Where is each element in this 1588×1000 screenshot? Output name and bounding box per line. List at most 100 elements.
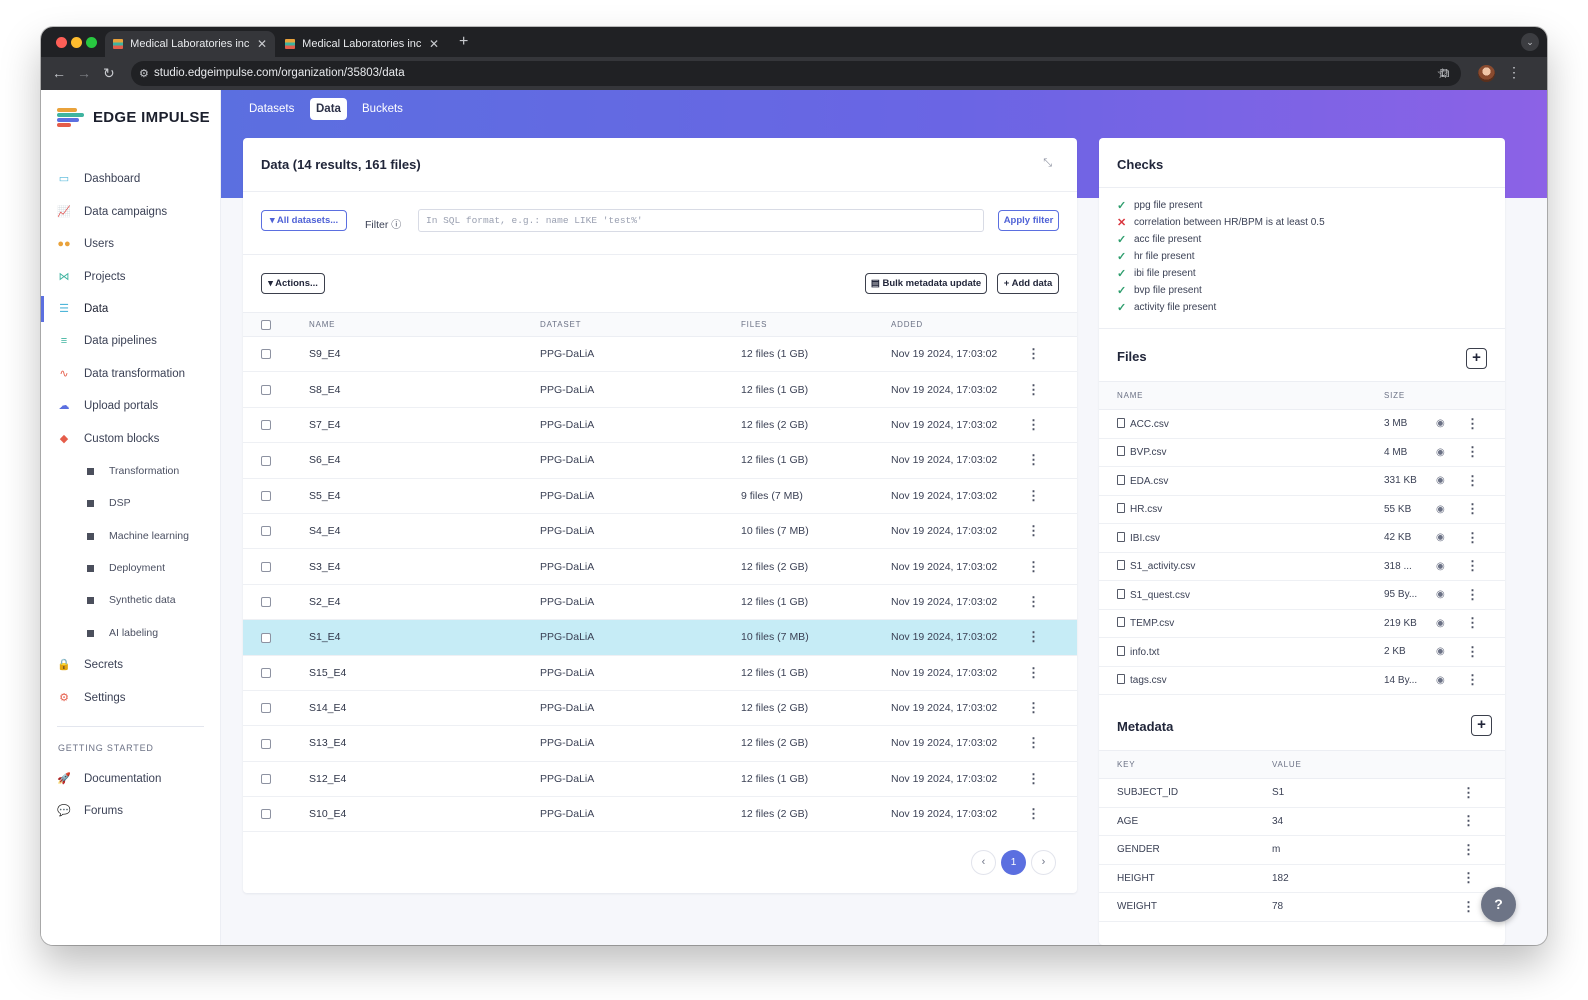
kebab-menu-icon[interactable]: ⋮: [1466, 672, 1479, 687]
kebab-menu-icon[interactable]: ⋮: [1462, 870, 1475, 885]
file-name-cell[interactable]: S1_activity.csv: [1099, 552, 1384, 581]
kebab-menu-icon[interactable]: ⋮: [1462, 813, 1475, 828]
kebab-menu-icon[interactable]: ⋮: [1027, 629, 1040, 644]
minimize-window-button[interactable]: [71, 37, 82, 48]
file-name-cell[interactable]: tags.csv: [1099, 666, 1384, 695]
browser-tab[interactable]: Medical Laboratories inc. - ac ✕: [277, 31, 447, 57]
metadata-row[interactable]: HEIGHT 182 ⋮: [1099, 864, 1505, 893]
close-window-button[interactable]: [56, 37, 67, 48]
sidebar-item-data-pipelines[interactable]: ≡ Data pipelines: [41, 328, 221, 354]
row-name[interactable]: S12_E4: [309, 761, 540, 798]
tab-buckets[interactable]: Buckets: [356, 98, 409, 120]
kebab-menu-icon[interactable]: ⋮: [1466, 558, 1479, 573]
table-row[interactable]: S15_E4 PPG-DaLiA 12 files (1 GB) Nov 19 202…: [243, 655, 1077, 691]
tab-datasets[interactable]: Datasets: [243, 98, 300, 120]
column-header-added[interactable]: ADDED: [891, 312, 1027, 337]
filter-sql-input[interactable]: [418, 209, 984, 232]
row-name[interactable]: S5_E4: [309, 478, 540, 514]
table-row[interactable]: S6_E4 PPG-DaLiA 12 files (1 GB) Nov 19 2024…: [243, 442, 1077, 479]
row-name[interactable]: S1_E4: [309, 619, 540, 656]
kebab-menu-icon[interactable]: ⋮: [1466, 444, 1479, 459]
table-row[interactable]: S13_E4 PPG-DaLiA 12 files (2 GB) Nov 19 202…: [243, 725, 1077, 762]
sidebar-item-data-campaigns[interactable]: 📈 Data campaigns: [41, 199, 221, 225]
kebab-menu-icon[interactable]: ⋮: [1466, 587, 1479, 602]
kebab-menu-icon[interactable]: ⋮: [1466, 501, 1479, 516]
kebab-menu-icon[interactable]: ⋮: [1027, 417, 1040, 432]
table-row[interactable]: S10_E4 PPG-DaLiA 12 files (2 GB) Nov 19 202…: [243, 796, 1077, 833]
row-checkbox[interactable]: [261, 490, 271, 501]
browser-tab-active[interactable]: Medical Laboratories inc. - D ✕: [105, 31, 275, 57]
file-name-cell[interactable]: TEMP.csv: [1099, 609, 1384, 638]
eye-icon[interactable]: ◉: [1436, 675, 1445, 686]
sidebar-item-upload-portals[interactable]: ☁ Upload portals: [41, 393, 221, 419]
eye-icon[interactable]: ◉: [1436, 532, 1445, 543]
close-tab-icon[interactable]: ✕: [429, 37, 439, 51]
row-name[interactable]: S6_E4: [309, 442, 540, 479]
file-name-cell[interactable]: HR.csv: [1099, 495, 1384, 524]
site-settings-icon[interactable]: ⚙: [139, 67, 149, 80]
help-button[interactable]: ?: [1481, 887, 1516, 922]
file-row[interactable]: S1_activity.csv 318 ... ◉ ⋮: [1099, 552, 1505, 581]
sidebar-item-dashboard[interactable]: ▭ Dashboard: [41, 166, 221, 192]
help-circle-icon[interactable]: ⓘ: [391, 220, 401, 231]
row-checkbox[interactable]: [261, 632, 271, 643]
sidebar-item-forums[interactable]: 💬 Forums: [41, 798, 221, 824]
sidebar-subitem-synthetic-data[interactable]: Synthetic data: [41, 588, 221, 612]
row-checkbox[interactable]: [261, 738, 271, 749]
file-row[interactable]: EDA.csv 331 KB ◉ ⋮: [1099, 466, 1505, 496]
row-name[interactable]: S3_E4: [309, 548, 540, 585]
kebab-menu-icon[interactable]: ⋮: [1466, 473, 1479, 488]
sidebar-subitem-ai-labeling[interactable]: AI labeling: [41, 621, 221, 645]
row-name[interactable]: S15_E4: [309, 655, 540, 691]
actions-dropdown[interactable]: ▾ Actions...: [261, 273, 325, 294]
eye-icon[interactable]: ◉: [1436, 418, 1445, 429]
bulk-metadata-update-button[interactable]: ▤ Bulk metadata update: [865, 273, 987, 294]
table-row[interactable]: S2_E4 PPG-DaLiA 12 files (1 GB) Nov 19 2024…: [243, 584, 1077, 621]
file-row[interactable]: BVP.csv 4 MB ◉ ⋮: [1099, 438, 1505, 467]
add-metadata-button[interactable]: +: [1471, 715, 1492, 736]
eye-icon[interactable]: ◉: [1436, 561, 1445, 572]
file-name-cell[interactable]: BVP.csv: [1099, 438, 1384, 467]
kebab-menu-icon[interactable]: ⋮: [1466, 530, 1479, 545]
file-row[interactable]: tags.csv 14 By... ◉ ⋮: [1099, 666, 1505, 695]
close-tab-icon[interactable]: ✕: [257, 37, 267, 51]
current-page-button[interactable]: 1: [1001, 850, 1026, 875]
kebab-menu-icon[interactable]: ⋮: [1466, 644, 1479, 659]
row-name[interactable]: S4_E4: [309, 513, 540, 550]
previous-page-button[interactable]: ‹: [971, 850, 996, 875]
sidebar-subitem-dsp[interactable]: DSP: [41, 491, 221, 515]
table-row[interactable]: S12_E4 PPG-DaLiA 12 files (1 GB) Nov 19 202…: [243, 761, 1077, 798]
eye-icon[interactable]: ◉: [1436, 504, 1445, 515]
kebab-menu-icon[interactable]: ⋮: [1462, 899, 1475, 914]
kebab-menu-icon[interactable]: ⋮: [1027, 665, 1040, 680]
metadata-row[interactable]: AGE 34 ⋮: [1099, 807, 1505, 836]
sidebar-subitem-deployment[interactable]: Deployment: [41, 556, 221, 580]
select-all-checkbox[interactable]: [261, 319, 271, 330]
kebab-menu-icon[interactable]: ⋮: [1027, 382, 1040, 397]
sidebar-item-documentation[interactable]: 🚀 Documentation: [41, 766, 221, 792]
file-name-cell[interactable]: info.txt: [1099, 637, 1384, 667]
sidebar-item-data-transformation[interactable]: ∿ Data transformation: [41, 361, 221, 387]
address-bar[interactable]: ⚙ studio.edgeimpulse.com/organization/35…: [131, 61, 1461, 86]
column-header-files[interactable]: FILES: [741, 312, 891, 337]
table-row[interactable]: S4_E4 PPG-DaLiA 10 files (7 MB) Nov 19 2024…: [243, 513, 1077, 550]
add-data-button[interactable]: + Add data: [997, 273, 1059, 294]
file-name-cell[interactable]: EDA.csv: [1099, 466, 1384, 496]
eye-icon[interactable]: ◉: [1436, 618, 1445, 629]
column-header-name[interactable]: NAME: [309, 312, 540, 337]
row-checkbox[interactable]: [261, 809, 271, 820]
metadata-row[interactable]: SUBJECT_ID S1 ⋮: [1099, 778, 1505, 808]
row-checkbox[interactable]: [261, 526, 271, 537]
kebab-menu-icon[interactable]: ⋮: [1462, 842, 1475, 857]
table-row[interactable]: S1_E4 PPG-DaLiA 10 files (7 MB) Nov 19 2024…: [243, 619, 1077, 656]
row-name[interactable]: S13_E4: [309, 725, 540, 762]
sidebar-item-secrets[interactable]: 🔒 Secrets: [41, 652, 221, 678]
sidebar-item-projects[interactable]: ⋈ Projects: [41, 264, 221, 290]
table-row[interactable]: S3_E4 PPG-DaLiA 12 files (2 GB) Nov 19 2024…: [243, 548, 1077, 585]
row-checkbox[interactable]: [261, 703, 271, 714]
row-checkbox[interactable]: [261, 561, 271, 572]
file-row[interactable]: IBI.csv 42 KB ◉ ⋮: [1099, 523, 1505, 553]
metadata-row[interactable]: WEIGHT 78 ⋮: [1099, 892, 1505, 922]
tab-data[interactable]: Data: [310, 98, 347, 120]
kebab-menu-icon[interactable]: ⋮: [1027, 735, 1040, 750]
